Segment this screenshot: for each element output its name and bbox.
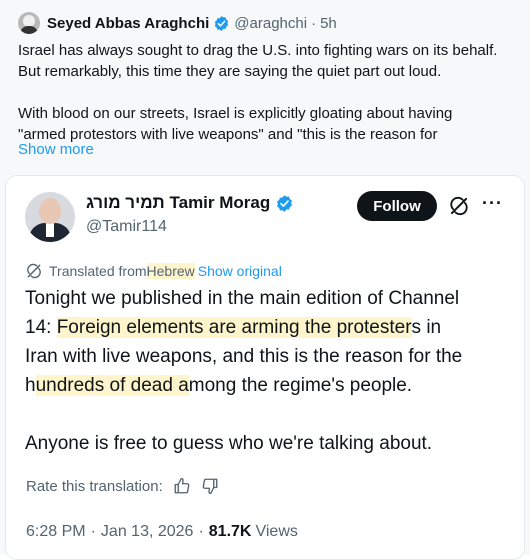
tweet-time[interactable]: 6:28 PM — [26, 523, 86, 541]
more-options-icon[interactable]: ··· — [482, 194, 502, 216]
quoted-text-line: Tonight we published in the main edition… — [25, 288, 460, 309]
quoted-text-line: 14: Foreign elements are arming the prot… — [25, 317, 442, 338]
rate-translation: Rate this translation: — [26, 475, 219, 497]
quoted-author-handle[interactable]: @Tamir114 — [86, 218, 167, 236]
thumbs-down-icon[interactable] — [201, 477, 219, 495]
outer-text-line: But remarkably, this time they are sayin… — [18, 63, 442, 80]
rate-label: Rate this translation: — [26, 477, 163, 495]
outer-author-handle[interactable]: @araghchi — [234, 15, 307, 32]
highlighted-text: Foreign elements are arming the proteste… — [56, 317, 412, 338]
outer-tweet-text: Israel has always sought to drag the U.S… — [18, 40, 518, 145]
translated-prefix: Translated from — [49, 263, 147, 279]
tweet-view: Seyed Abbas Araghchi @araghchi · 5h Isra… — [0, 0, 530, 560]
show-original-link[interactable]: Show original — [198, 263, 282, 279]
avatar[interactable] — [25, 192, 75, 242]
thumbs-up-icon[interactable] — [173, 477, 191, 495]
quoted-text-line: Iran with live weapons, and this is the … — [25, 346, 463, 367]
avatar[interactable] — [18, 12, 40, 34]
dot-separator: · — [311, 14, 317, 32]
outer-author-name[interactable]: Seyed Abbas Araghchi — [47, 15, 209, 32]
tweet-date[interactable]: Jan 13, 2026 — [101, 523, 194, 541]
outer-tweet-header: Seyed Abbas Araghchi @araghchi · 5h — [18, 12, 337, 34]
outer-text-line: With blood on our streets, Israel is exp… — [18, 105, 453, 122]
tweet-meta: 6:28 PM · Jan 13, 2026 · 81.7K Views — [26, 521, 298, 543]
verified-badge-icon — [277, 194, 293, 212]
translate-icon — [27, 263, 41, 279]
views-label: Views — [255, 523, 298, 540]
quoted-tweet-text: Tonight we published in the main edition… — [25, 284, 520, 458]
highlighted-text: undreds of dead a — [35, 375, 189, 396]
dot-separator: · — [198, 523, 204, 540]
follow-button[interactable]: Follow — [357, 191, 437, 221]
grok-icon[interactable] — [449, 196, 469, 216]
quoted-tweet-card[interactable]: תמיר מורג Tamir Morag @Tamir114 Follow ·… — [5, 175, 525, 560]
show-more-link[interactable]: Show more — [18, 141, 94, 158]
quoted-text-line: Anyone is free to guess who we're talkin… — [25, 433, 433, 454]
quoted-text-line: hundreds of dead among the regime's peop… — [25, 375, 413, 396]
verified-badge-icon — [215, 15, 229, 31]
outer-text-line: Israel has always sought to drag the U.S… — [18, 42, 498, 59]
outer-tweet-time[interactable]: 5h — [320, 15, 337, 32]
views-count: 81.7K — [208, 523, 252, 540]
translation-notice: Translated from Hebrew Show original — [26, 261, 282, 281]
translated-language: Hebrew — [146, 263, 195, 279]
quoted-author-name[interactable]: תמיר מורג Tamir Morag — [86, 193, 270, 213]
dot-separator: · — [90, 523, 96, 540]
quoted-author-row: תמיר מורג Tamir Morag — [86, 192, 294, 214]
